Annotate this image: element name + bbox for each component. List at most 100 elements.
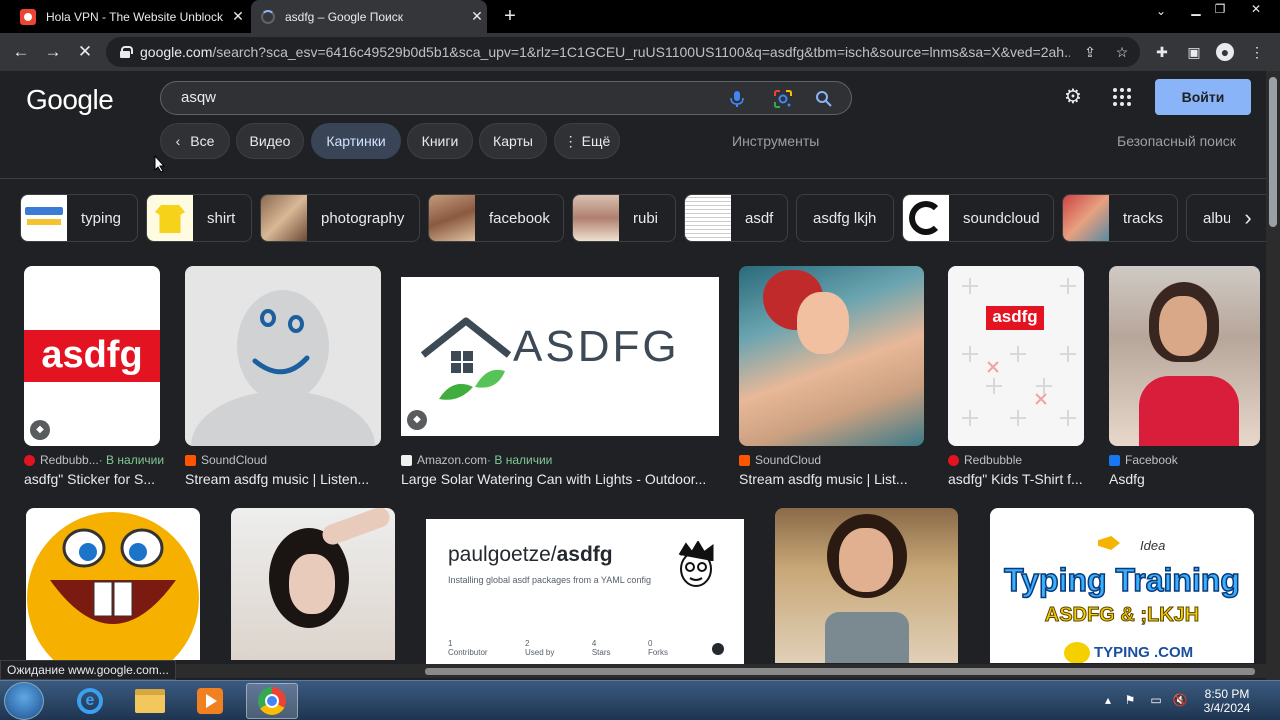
filter-video[interactable]: Видео [236,123,304,159]
share-icon[interactable]: ⇪ [1082,44,1098,60]
github-stats: 1 Contributor 2 Used by 4 Stars 0 Forks [448,639,668,657]
start-button[interactable] [4,682,44,720]
result-source[interactable]: SoundCloud [185,453,267,467]
search-box[interactable] [160,81,852,115]
close-window-icon[interactable]: ✕ [1244,2,1268,22]
safesearch-button[interactable]: Безопасный поиск [1117,133,1236,149]
image-text: ASDFG [513,322,680,371]
volume-muted-icon[interactable]: 🔇 [1172,693,1188,709]
default-avatar-image [191,290,375,446]
filter-all[interactable]: ‹ Все [160,123,230,159]
related-chips: typing shirt photography facebook rubi a… [0,194,1266,242]
result-image[interactable]: Idea Typing Training ASDFG & ;LKJH TYPIN… [990,508,1254,663]
chip-tracks[interactable]: tracks [1062,194,1178,242]
result-emoji[interactable] [26,508,200,660]
result-photo-woman[interactable] [231,508,395,660]
bookmark-star-icon[interactable]: ☆ [1114,44,1130,60]
search-input[interactable] [181,89,701,106]
result-image[interactable] [185,266,381,446]
action-center-flag-icon[interactable]: ⚑ [1122,693,1138,709]
result-image[interactable] [26,508,200,660]
extensions-puzzle-icon[interactable]: ✚ [1153,43,1171,61]
result-image[interactable] [775,508,958,663]
file-explorer-icon[interactable] [124,683,176,719]
google-apps-icon[interactable] [1113,88,1131,106]
scrollbar-thumb[interactable] [1269,77,1277,227]
stat-stars: 4 Stars [591,639,611,657]
vertical-scrollbar[interactable] [1266,71,1280,680]
sign-in-button[interactable]: Войти [1155,79,1251,115]
result-title[interactable]: Stream asdfg music | Listen... [185,471,381,487]
result-image[interactable]: paulgoetze/asdfg Installing global asdf … [426,519,744,664]
chip-typing[interactable]: typing [20,194,138,242]
google-logo[interactable]: Google [26,84,114,116]
horizontal-scrollbar[interactable] [170,664,1266,678]
new-tab-button[interactable]: + [498,4,522,28]
chip-rubi[interactable]: rubi [572,194,676,242]
result-image[interactable] [231,508,395,660]
system-clock[interactable]: 8:50 PM 3/4/2024 [1196,687,1258,715]
result-typing-training[interactable]: Idea Typing Training ASDFG & ;LKJH TYPIN… [990,508,1254,663]
profile-avatar-icon[interactable]: ● [1216,43,1234,61]
tab-search-icon[interactable]: ⌄ [1149,4,1173,24]
menu-kebab-icon[interactable]: ⋮ [1248,43,1266,61]
result-source[interactable]: Redbubb... · В наличии [24,453,164,467]
media-player-icon[interactable] [184,683,236,719]
chevron-right-icon[interactable]: › [1230,196,1266,240]
result-title[interactable]: Stream asdfg music | List... [739,471,924,487]
chevron-left-icon: ‹ [175,133,181,149]
tab-close-icon[interactable]: ✕ [467,8,487,25]
chip-photography[interactable]: photography [260,194,420,242]
internet-explorer-icon[interactable]: e [64,683,116,719]
back-icon[interactable]: ← [10,41,32,63]
chip-asdfg-lkjh[interactable]: asdfg lkjh [796,194,894,242]
filter-books[interactable]: Книги [407,123,473,159]
source-name: Facebook [1125,453,1178,467]
result-image[interactable]: asdfg [948,266,1084,446]
url-text[interactable]: google.com/search?sca_esv=6416c49529b0d5… [140,44,1070,60]
stop-icon[interactable]: ✕ [74,41,96,63]
soundcloud-favicon-icon [739,454,750,466]
result-image[interactable] [739,266,924,446]
chip-shirt[interactable]: shirt [146,194,252,242]
filter-images[interactable]: Картинки [311,123,401,159]
result-title[interactable]: asdfg" Sticker for S... [24,471,160,487]
result-image[interactable] [1109,266,1260,446]
filter-more[interactable]: ⋮ Ещё [554,123,620,159]
result-title[interactable]: asdfg" Kids T-Shirt f... [948,471,1084,487]
result-source[interactable]: Facebook [1109,453,1178,467]
result-photo-girl[interactable] [775,508,958,663]
forward-icon[interactable]: → [42,41,64,63]
chrome-icon[interactable] [246,683,298,719]
chip-facebook[interactable]: facebook [428,194,564,242]
microphone-icon[interactable] [729,90,745,108]
side-panel-icon[interactable]: ▣ [1185,43,1203,61]
restore-icon[interactable]: ❐ [1208,2,1232,22]
chip-thumb-rubi [573,195,619,241]
filter-maps[interactable]: Карты [479,123,547,159]
chip-asdf[interactable]: asdf [684,194,788,242]
result-github[interactable]: paulgoetze/asdfg Installing global asdf … [426,519,744,664]
soundcloud-favicon-icon [185,454,196,466]
result-source[interactable]: SoundCloud [739,453,821,467]
tab-google-search[interactable]: asdfg – Google Поиск ✕ [251,0,487,33]
chip-soundcloud[interactable]: soundcloud [902,194,1054,242]
tray-expand-icon[interactable]: ▴ [1100,693,1116,709]
address-bar[interactable]: google.com/search?sca_esv=6416c49529b0d5… [106,37,1140,67]
search-icon[interactable] [815,90,833,108]
network-icon[interactable]: ▭ [1148,693,1164,709]
result-source[interactable]: Redbubble [948,453,1022,467]
settings-gear-icon[interactable]: ⚙ [1062,86,1084,108]
tools-button[interactable]: Инструменты [732,133,819,149]
result-title[interactable]: Large Solar Watering Can with Lights - O… [401,471,719,487]
google-lens-icon[interactable] [773,89,793,109]
result-source[interactable]: Amazon.com · В наличии [401,453,552,467]
tab-hola-vpn[interactable]: Hola VPN - The Website Unblock ✕ [12,0,248,33]
minimize-icon[interactable]: ▁ [1184,2,1208,22]
result-image[interactable]: asdfg ◆ [24,266,160,446]
result-image[interactable]: ASDFG ◆ [401,277,719,436]
chip-label: shirt [207,209,236,227]
tab-close-icon[interactable]: ✕ [228,8,248,25]
result-title[interactable]: Asdfg [1109,471,1260,487]
scrollbar-thumb[interactable] [425,668,1255,675]
